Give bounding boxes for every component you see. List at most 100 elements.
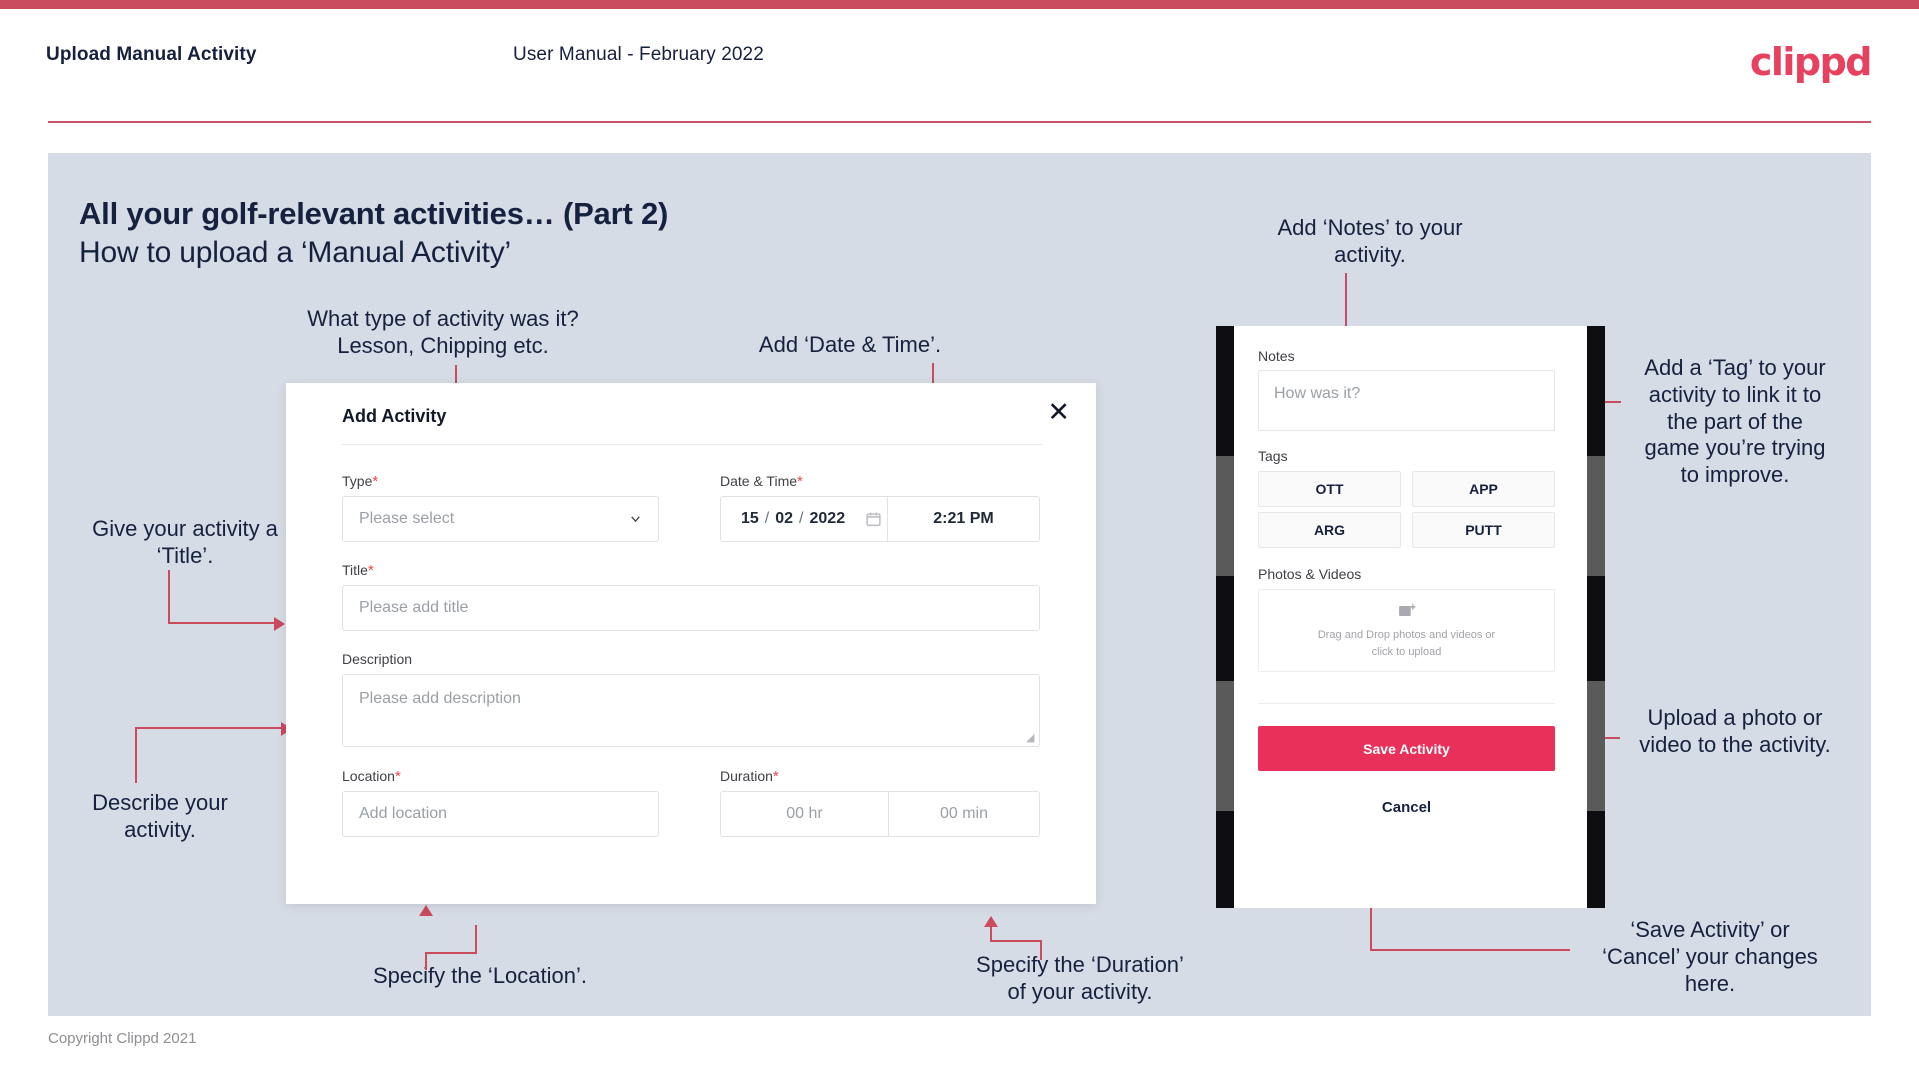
dropzone-text: Drag and Drop photos and videos or click… [1318,627,1495,660]
duration-label-text: Duration [720,768,773,784]
tag-arg[interactable]: ARG [1258,512,1401,548]
phone-volume-button-left [1216,456,1234,576]
phone-screen: Notes How was it? Tags OTT APP ARG PUTT … [1234,326,1587,908]
date-sep-1: / [764,510,770,527]
tag-putt[interactable]: PUTT [1412,512,1555,548]
top-accent-bar [0,0,1919,9]
title-placeholder: Please add title [359,599,469,616]
type-required: * [372,473,379,490]
annotation-date-time: Add ‘Date & Time’. [758,332,942,357]
connector-duration-arrow [984,916,998,927]
connector-duration-v2 [990,925,992,941]
location-input[interactable]: Add location [342,791,659,837]
phone-right-edge [1587,326,1605,908]
connector-title-v [168,570,170,624]
description-label: Description [342,651,412,668]
connector-location-arrow [419,905,433,916]
date-picker[interactable]: 15 / 02 / 2022 [721,510,882,528]
connector-save-h2 [1370,949,1424,951]
connector-save-h [1422,949,1570,951]
connector-title-h [168,622,276,624]
tag-ott[interactable]: OTT [1258,471,1401,507]
phone-mockup: Notes How was it? Tags OTT APP ARG PUTT … [1216,326,1605,908]
duration-label: Duration* [720,768,779,785]
connector-notes-v [1345,273,1347,328]
phone-volume-button-right [1587,456,1605,576]
annotation-describe: Describe your activity. [92,790,228,842]
dropzone-line-2: click to upload [1371,645,1442,658]
phone-left-edge [1216,326,1234,908]
notes-label: Notes [1258,348,1295,364]
cancel-button[interactable]: Cancel [1258,790,1555,825]
type-placeholder: Please select [359,510,455,527]
date-time-field[interactable]: 15 / 02 / 2022 2:21 PM [720,496,1040,542]
duration-minutes[interactable]: 00 min [887,792,1039,836]
dialog-title: Add Activity [342,406,447,426]
type-label-text: Type [342,473,373,489]
connector-location-v [475,925,477,953]
connector-describe-h [135,727,283,729]
location-label-text: Location [342,768,395,784]
connector-location-h [425,952,477,954]
date-time-required: * [797,473,803,490]
date-month: 02 [775,510,794,527]
duration-required: * [772,768,779,785]
annotation-location: Specify the ‘Location’. [372,963,588,988]
tag-app[interactable]: APP [1412,471,1555,507]
connector-describe-v [135,728,137,783]
date-sep-2: / [799,510,804,527]
date-day: 15 [741,510,759,527]
clippd-logo: clippd [1749,40,1873,84]
title-label-text: Title [342,562,368,578]
date-time-label-text: Date & Time [720,473,798,489]
connector-duration-v [1040,940,1042,960]
location-required: * [394,768,401,785]
connector-location-v2 [425,952,427,970]
phone-power-button-right [1587,681,1605,811]
date-time-label: Date & Time* [720,473,803,490]
type-label: Type* [342,473,378,490]
header-divider [48,121,1871,123]
time-picker[interactable]: 2:21 PM [887,497,1039,541]
dialog-header: Add Activity ✕ [286,383,1096,445]
dialog-divider [342,444,1042,445]
save-activity-button[interactable]: Save Activity [1258,726,1555,771]
add-activity-dialog: Add Activity ✕ Type* Please select Date … [286,383,1096,904]
annotation-save-cancel: ‘Save Activity’ or ‘Cancel’ your changes… [1602,917,1818,996]
location-label: Location* [342,768,401,785]
phone-power-button-left [1216,681,1234,811]
close-icon[interactable]: ✕ [1047,399,1070,426]
footer-copyright: Copyright Clippd 2021 [48,1030,197,1047]
title-input[interactable]: Please add title [342,585,1040,631]
calendar-icon[interactable] [865,510,882,528]
annotation-duration: Specify the ‘Duration’ of your activity. [976,952,1184,1004]
location-placeholder: Add location [359,805,448,822]
add-image-icon [1398,604,1415,616]
annotation-notes: Add ‘Notes’ to your activity. [1277,215,1463,267]
annotation-tags: Add a ‘Tag’ to your activity to link it … [1644,355,1826,488]
connector-duration-h [990,940,1042,942]
slide-root: Upload Manual Activity User Manual - Feb… [0,0,1919,1079]
photos-videos-label: Photos & Videos [1258,566,1362,582]
type-select[interactable]: Please select [342,496,659,542]
duration-hours[interactable]: 00 hr [721,792,888,836]
duration-field[interactable]: 00 hr 00 min [720,791,1040,837]
annotation-type: What type of activity was it? Lesson, Ch… [307,306,579,358]
slide-subtitle: How to upload a ‘Manual Activity’ [79,236,511,269]
description-textarea[interactable]: Please add description ◢ [342,674,1040,747]
description-label-text: Description [342,651,413,667]
title-label: Title* [342,562,374,579]
page-subtitle: User Manual - February 2022 [513,44,764,65]
notes-textarea[interactable]: How was it? [1258,370,1555,431]
description-placeholder: Please add description [359,690,521,707]
chevron-down-icon [631,516,640,523]
date-year: 2022 [809,510,846,527]
upload-dropzone[interactable]: Drag and Drop photos and videos or click… [1258,589,1555,672]
annotation-upload: Upload a photo or video to the activity. [1639,705,1831,757]
page-title: Upload Manual Activity [46,44,257,65]
notes-placeholder: How was it? [1274,385,1361,402]
resize-grip-icon[interactable]: ◢ [1026,733,1036,744]
connector-title-arrow [274,617,285,631]
slide-title: All your golf-relevant activities… (Part… [79,196,669,231]
dropzone-line-1: Drag and Drop photos and videos or [1317,629,1496,641]
